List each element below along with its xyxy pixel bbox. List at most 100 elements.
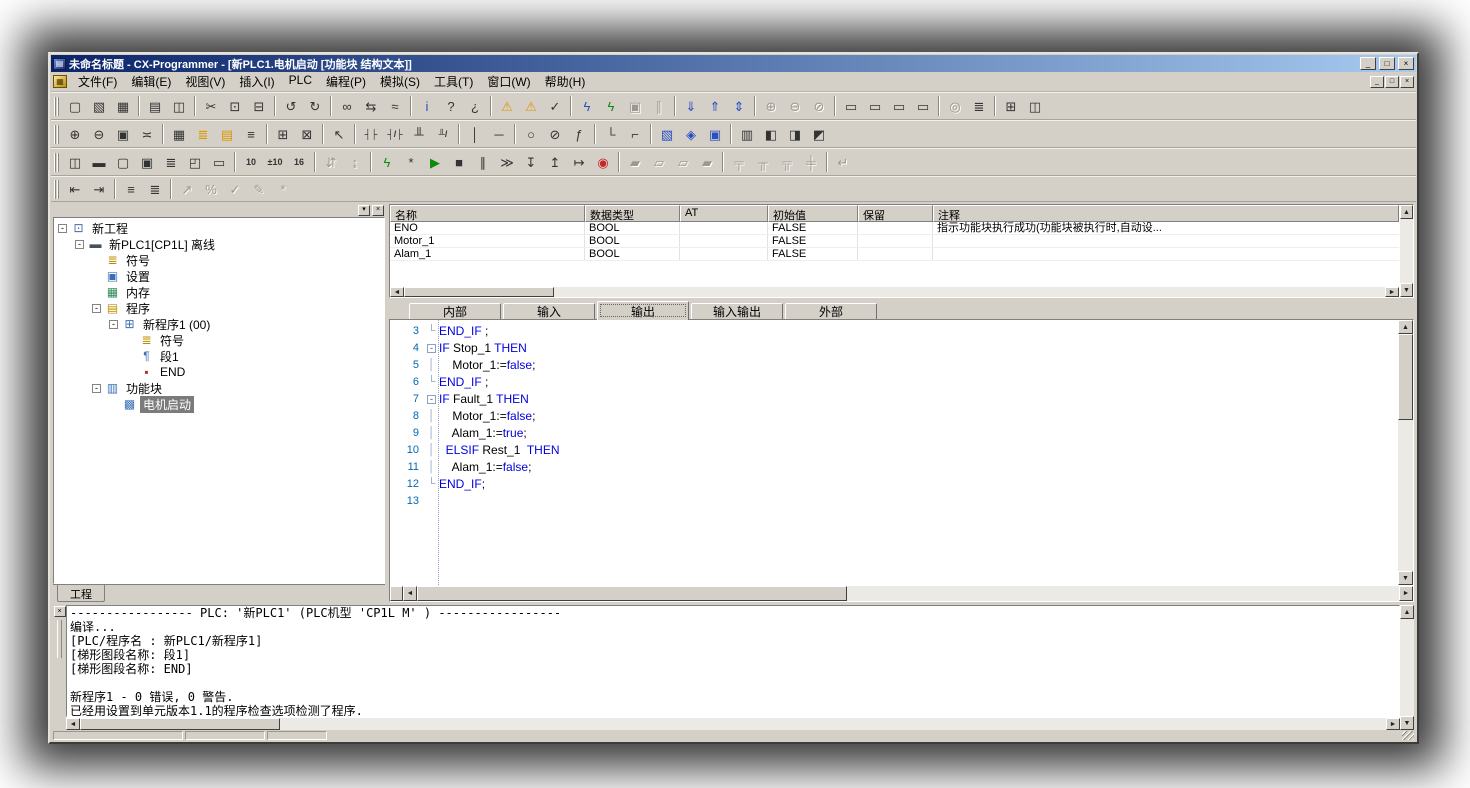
output-hscrollbar[interactable]: ◄ ►	[66, 717, 1400, 730]
simulator-settings-button[interactable]: *	[399, 151, 423, 174]
var-cell[interactable]: FALSE	[768, 248, 858, 260]
radix-decimal-button[interactable]: 10	[239, 151, 263, 174]
fold-collapse-icon[interactable]: -	[427, 344, 436, 353]
selection-mode-button[interactable]: ↖	[327, 123, 351, 146]
tree-item-memory[interactable]: ▦内存	[54, 284, 384, 300]
menu-simulation[interactable]: 模拟(S)	[373, 71, 427, 92]
var-col-header-1[interactable]: 数据类型	[585, 205, 680, 222]
address-reference-tool-button[interactable]: ◧	[759, 123, 783, 146]
auto-online-button[interactable]: ϟ	[599, 95, 623, 118]
var-cell[interactable]	[680, 222, 768, 234]
child-restore-button[interactable]: □	[1385, 76, 1399, 88]
toolbar-grip[interactable]	[54, 180, 59, 199]
help-button[interactable]: ?	[439, 95, 463, 118]
edit-function-block-button[interactable]: ▧	[655, 123, 679, 146]
tree-item-workspace-root[interactable]: -⊡新工程	[54, 220, 384, 236]
new-fb-instance-button[interactable]: ▣	[703, 123, 727, 146]
draw-connecting-line-button[interactable]: └	[599, 123, 623, 146]
work-online-button[interactable]: ϟ	[575, 95, 599, 118]
menu-tools[interactable]: 工具(T)	[427, 71, 480, 92]
save-button[interactable]: ▦	[111, 95, 135, 118]
variable-table-body[interactable]: ENOBOOLFALSE指示功能块执行成功(功能块被执行时,自动设...Moto…	[390, 222, 1399, 286]
new-closed-or-contact-button[interactable]: ╨/	[431, 123, 455, 146]
show-local-symbols-button[interactable]: ≣	[159, 151, 183, 174]
var-col-header-2[interactable]: AT	[680, 205, 768, 222]
new-coil-button[interactable]: ○	[519, 123, 543, 146]
open-file-button[interactable]: ▧	[87, 95, 111, 118]
program-mode-button[interactable]: ▭	[839, 95, 863, 118]
properties-window-button[interactable]: ▭	[207, 151, 231, 174]
tab-project[interactable]: 工程	[57, 585, 105, 602]
child-minimize-button[interactable]: _	[1370, 76, 1384, 88]
editor-vscroll-up-button[interactable]: ▲	[1398, 320, 1413, 334]
toggle-watch-window-button[interactable]: ▢	[111, 151, 135, 174]
output-hscroll-right-button[interactable]: ►	[1386, 718, 1400, 730]
tree-item-section1[interactable]: ¶段1	[54, 348, 384, 364]
sim-run-button[interactable]: ▶	[423, 151, 447, 174]
tree-item-plc-new-plc1[interactable]: -▬新PLC1[CP1L] 离线	[54, 236, 384, 252]
menu-plc[interactable]: PLC	[282, 71, 319, 92]
print-button[interactable]: ▤	[143, 95, 167, 118]
context-help-button[interactable]: ¿	[463, 95, 487, 118]
new-plc-instruction-button[interactable]: ƒ	[567, 123, 591, 146]
var-cell[interactable]	[858, 222, 933, 234]
code-line-13[interactable]: 13	[390, 492, 1397, 509]
output-vscroll-up-button[interactable]: ▲	[1400, 605, 1414, 619]
code-line-6[interactable]: 6└END_IF ;	[390, 373, 1397, 390]
var-cell[interactable]	[680, 248, 768, 260]
tree-expander[interactable]: -	[109, 320, 118, 329]
var-cell[interactable]	[858, 248, 933, 260]
var-cell[interactable]: Motor_1	[390, 235, 585, 247]
redo-button[interactable]: ↻	[303, 95, 327, 118]
output-hscroll-thumb[interactable]	[80, 718, 280, 730]
code-line-10[interactable]: 10│ ELSIF Rest_1 THEN	[390, 441, 1397, 458]
editor-hscroll-thumb[interactable]	[417, 586, 847, 601]
code-line-4[interactable]: 4-IF Stop_1 THEN	[390, 339, 1397, 356]
var-cell[interactable]: BOOL	[585, 222, 680, 234]
editor-vscroll-down-button[interactable]: ▼	[1398, 571, 1413, 585]
title-bar[interactable]: ▤ 未命名标题 - CX-Programmer - [新PLC1.电机启动 [功…	[51, 55, 1416, 72]
vscroll-up-button[interactable]: ▲	[1400, 205, 1413, 219]
sim-set-breakpoint-button[interactable]: ◉	[591, 151, 615, 174]
workspace-header[interactable]: ▾ ×	[53, 204, 385, 217]
output-hscroll-track[interactable]	[280, 718, 1386, 730]
editor-vscroll-thumb[interactable]	[1398, 334, 1413, 420]
toggle-output-window-button[interactable]: ▬	[87, 151, 111, 174]
compare-with-plc-button[interactable]: ⇕	[727, 95, 751, 118]
menu-window[interactable]: 窗口(W)	[480, 71, 537, 92]
var-cell[interactable]: Alam_1	[390, 248, 585, 260]
tree-item-programs[interactable]: -▤程序	[54, 300, 384, 316]
radix-hexadecimal-button[interactable]: 16	[287, 151, 311, 174]
var-col-header-0[interactable]: 名称	[390, 205, 585, 222]
new-or-contact-button[interactable]: ╨	[407, 123, 431, 146]
compile-output[interactable]: ----------------- PLC: '新PLC1' (PLC机型 'C…	[66, 605, 1400, 717]
list-view-button[interactable]: ≡	[119, 178, 143, 201]
download-to-plc-button[interactable]: ⇓	[679, 95, 703, 118]
sim-run-to-cursor-button[interactable]: ↦	[567, 151, 591, 174]
editor-vscroll-track[interactable]	[1398, 420, 1413, 571]
toggle-address-reference-button[interactable]: ▣	[135, 151, 159, 174]
io-comment-view-button[interactable]: ◩	[807, 123, 831, 146]
new-file-button[interactable]: ▢	[63, 95, 87, 118]
variable-table-vscrollbar[interactable]: ▲ ▼	[1399, 205, 1413, 297]
tab-outputs[interactable]: 输出	[597, 301, 689, 320]
resize-grip[interactable]	[1402, 731, 1414, 740]
indent-button[interactable]: ⇥	[87, 178, 111, 201]
tree-item-settings[interactable]: ▣设置	[54, 268, 384, 284]
output-vscrollbar[interactable]: ▲ ▼	[1400, 605, 1414, 730]
window-close-button[interactable]: ×	[1398, 57, 1414, 70]
sim-step-in-button[interactable]: ↧	[519, 151, 543, 174]
editor-vscrollbar[interactable]: ▲ ▼	[1397, 320, 1413, 585]
zoom-out-button[interactable]: ⊖	[87, 123, 111, 146]
hscroll-right-button[interactable]: ►	[1385, 287, 1399, 297]
horizontal-line-button[interactable]: ─	[487, 123, 511, 146]
close-workspace-button[interactable]: ×	[372, 205, 384, 216]
sim-stop-button[interactable]: ■	[447, 151, 471, 174]
cross-reference-report-button[interactable]: ◨	[783, 123, 807, 146]
var-cell[interactable]: 指示功能块执行成功(功能块被执行时,自动设...	[933, 222, 1399, 234]
app-icon[interactable]: ▤	[53, 58, 66, 70]
toolbar-grip[interactable]	[54, 153, 59, 172]
var-cell[interactable]: FALSE	[768, 222, 858, 234]
menu-help[interactable]: 帮助(H)	[538, 71, 593, 92]
output-vscroll-down-button[interactable]: ▼	[1400, 716, 1414, 730]
